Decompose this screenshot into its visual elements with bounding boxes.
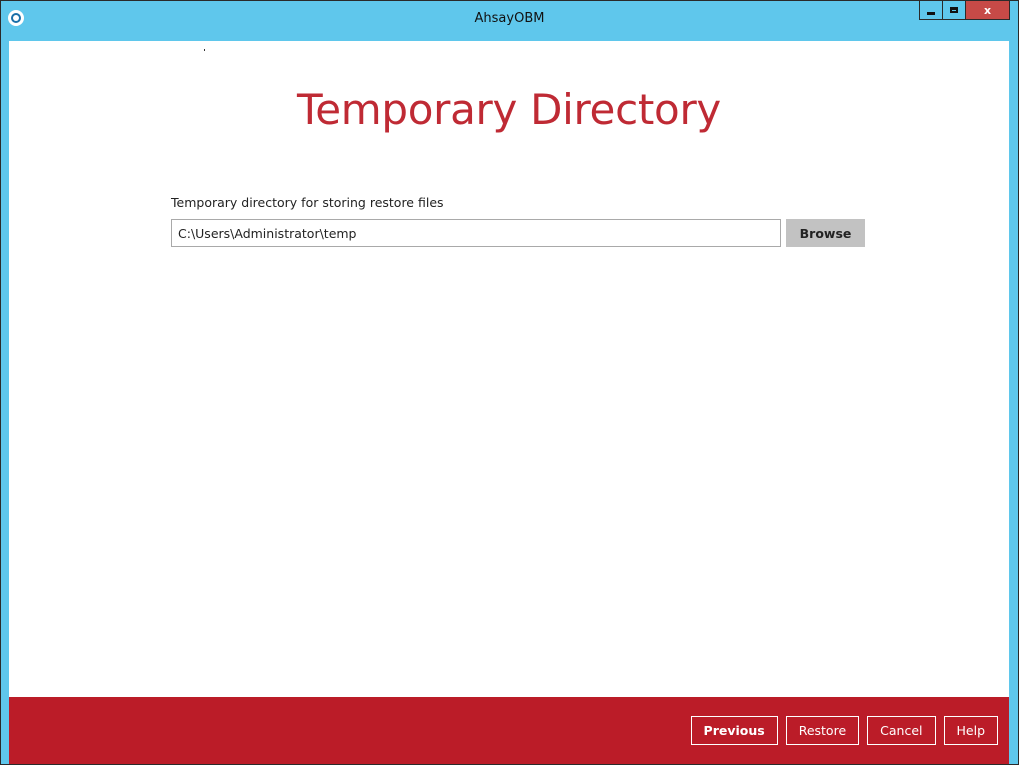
title-bar[interactable]: AhsayOBM x [1, 1, 1018, 41]
temp-directory-input[interactable] [171, 219, 781, 247]
help-button[interactable]: Help [943, 716, 998, 745]
cancel-button[interactable]: Cancel [867, 716, 936, 745]
browse-button[interactable]: Browse [786, 219, 865, 247]
stray-dot [204, 49, 205, 51]
maximize-icon [950, 7, 958, 13]
window-title: AhsayOBM [474, 11, 545, 26]
footer-buttons: Previous Restore Cancel Help [683, 716, 998, 745]
close-icon: x [983, 3, 992, 17]
maximize-button[interactable] [942, 1, 966, 20]
minimize-button[interactable] [919, 1, 943, 20]
page-title: Temporary Directory [297, 85, 721, 134]
temp-directory-label: Temporary directory for storing restore … [171, 195, 444, 210]
main-content: Temporary Directory Temporary directory … [9, 41, 1009, 697]
previous-button[interactable]: Previous [690, 716, 778, 745]
footer-bar: Previous Restore Cancel Help [9, 697, 1009, 764]
close-button[interactable]: x [965, 1, 1010, 20]
restore-button[interactable]: Restore [785, 716, 860, 745]
app-window: AhsayOBM x Temporary Directory Temporary… [0, 0, 1019, 765]
window-controls: x [919, 1, 1010, 21]
minimize-icon [927, 11, 935, 15]
